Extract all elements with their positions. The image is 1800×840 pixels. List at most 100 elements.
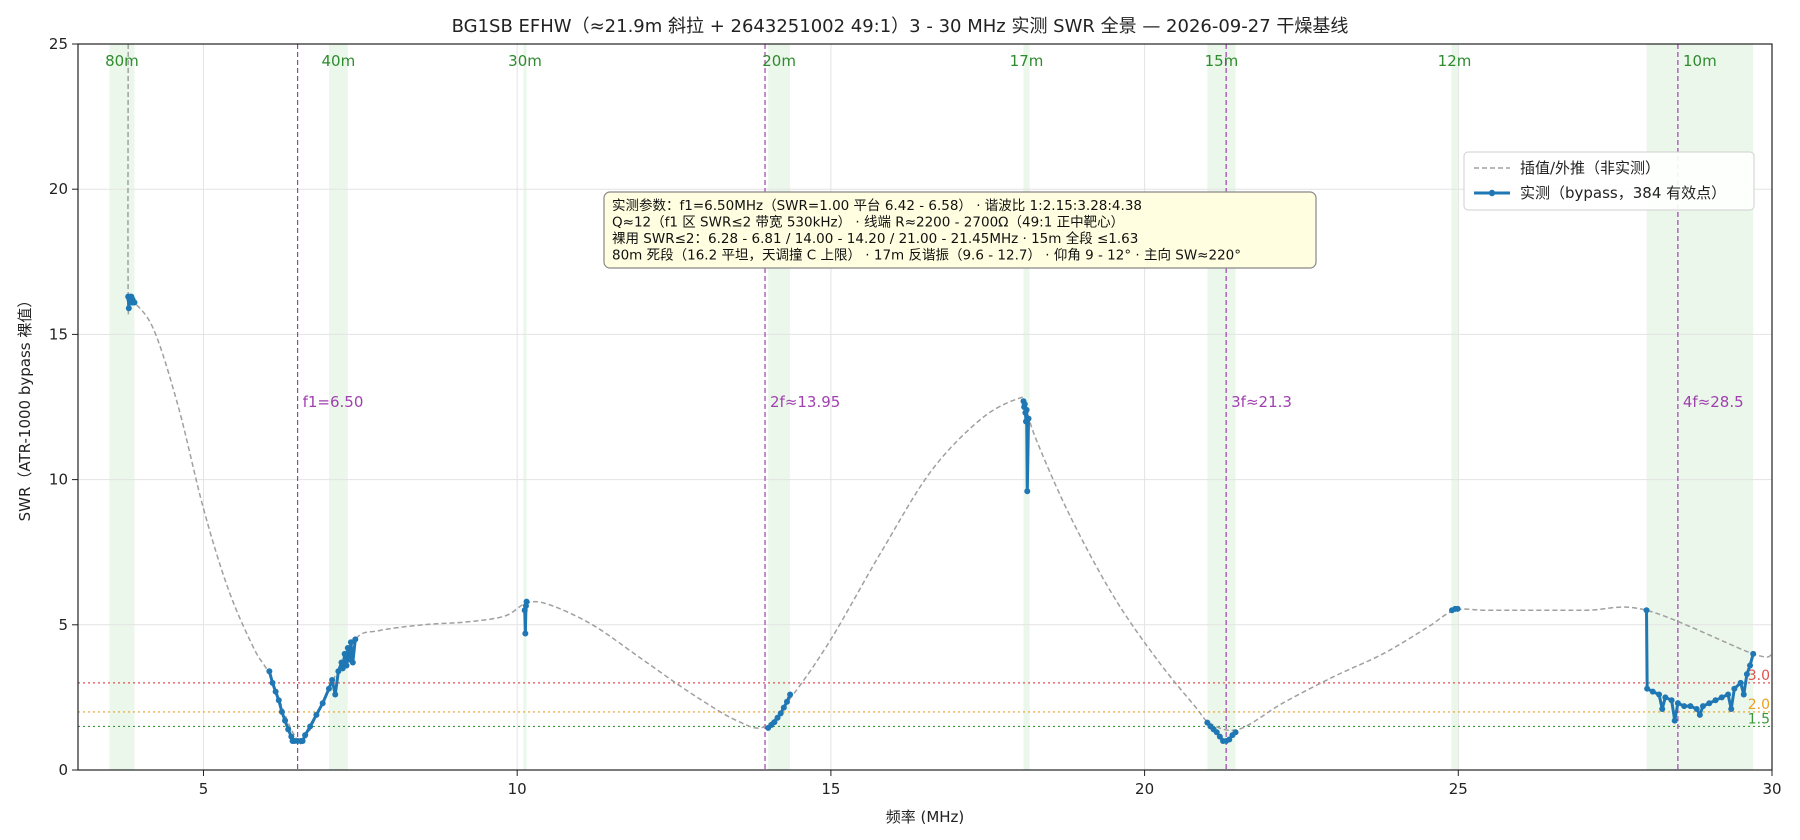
harmonic-label: 3f≈21.3 xyxy=(1231,393,1292,411)
measured-point xyxy=(275,697,282,704)
band-labels: 80m 40m 30m 20m 17m 15m 12m 10m xyxy=(105,52,1717,70)
ref-label-3.0: 3.0 xyxy=(1748,668,1770,684)
band-12m xyxy=(1451,44,1458,770)
measured-point xyxy=(1643,607,1650,614)
annotation-line-1: 实测参数：f1=6.50MHz（SWR=1.00 平台 6.42 - 6.58）… xyxy=(612,197,1142,214)
band-label-80m: 80m xyxy=(105,52,139,70)
measured-point xyxy=(1747,662,1754,669)
measured-point xyxy=(1693,706,1700,713)
measured-point xyxy=(1725,691,1732,698)
measured-point xyxy=(319,700,326,707)
measured-point xyxy=(522,630,529,637)
annotation-line-4: 80m 死段（16.2 平坦，天调撞 C 上限） · 17m 反谐振（9.6 -… xyxy=(612,248,1241,264)
plot-area: 3.02.01.5 f1=6.50 2f≈13.95 3f≈21.3 4f≈28.5 … xyxy=(49,35,1782,798)
x-tick-label: 25 xyxy=(1449,780,1468,798)
ref-label-1.5: 1.5 xyxy=(1748,711,1770,727)
annotation-line-3: 裸用 SWR≤2：6.28 - 6.81 / 14.00 - 14.20 / 2… xyxy=(612,230,1138,247)
measured-point xyxy=(783,698,790,705)
measured-point xyxy=(329,676,336,683)
measured-point xyxy=(1743,671,1750,678)
y-axis-label: SWR（ATR-1000 bypass 裸值） xyxy=(16,293,34,522)
measured-point xyxy=(332,691,339,698)
x-tick-label: 30 xyxy=(1762,780,1781,798)
measured-point xyxy=(1718,694,1725,701)
interpolation-series xyxy=(127,43,1773,745)
y-tick-label: 15 xyxy=(49,325,68,343)
legend-label-measured: 实测（bypass，384 有效点） xyxy=(1520,184,1726,202)
measured-point xyxy=(338,659,345,666)
measured-point xyxy=(1659,706,1666,713)
interp-line xyxy=(127,43,1773,745)
legend-label-interp: 插值/外推（非实测） xyxy=(1520,159,1660,177)
chart-title: BG1SB EFHW（≈21.9m 斜拉 + 2643251002 49:1）3… xyxy=(452,16,1349,37)
x-tick-label: 15 xyxy=(821,780,840,798)
y-tick-label: 25 xyxy=(49,35,68,53)
legend-swatch-marker xyxy=(1488,189,1496,197)
band-label-12m: 12m xyxy=(1438,52,1472,70)
measured-point xyxy=(349,659,356,666)
measured-point xyxy=(341,650,348,657)
measured-point xyxy=(278,708,285,715)
measured-point xyxy=(523,598,530,605)
measured-point xyxy=(1728,706,1735,713)
measured-point xyxy=(352,636,359,643)
measured-point xyxy=(1656,691,1663,698)
measured-point xyxy=(344,645,351,652)
measured-series xyxy=(125,293,1757,744)
measured-point xyxy=(1674,700,1681,707)
measured-point xyxy=(313,711,320,718)
measured-point xyxy=(1644,685,1651,692)
band-label-40m: 40m xyxy=(322,52,356,70)
swr-chart: BG1SB EFHW（≈21.9m 斜拉 + 2643251002 49:1）3… xyxy=(16,16,1782,826)
measured-point xyxy=(1454,605,1461,612)
measured-point xyxy=(1024,488,1031,495)
measured-point xyxy=(299,737,306,744)
band-80m xyxy=(109,44,135,770)
measured-point xyxy=(777,710,784,717)
x-tick-label: 10 xyxy=(508,780,527,798)
axes: 5 10 15 20 25 30 0 5 10 15 20 25 xyxy=(49,35,1782,798)
measured-point xyxy=(325,685,332,692)
measured-point xyxy=(1737,679,1744,686)
x-axis-label: 频率 (MHz) xyxy=(886,808,965,826)
measured-point xyxy=(272,688,279,695)
measured-point xyxy=(1699,703,1706,710)
measured-point xyxy=(1740,691,1747,698)
harmonic-label: f1=6.50 xyxy=(303,393,364,411)
harmonic-label: 2f≈13.95 xyxy=(770,393,840,411)
measured-point xyxy=(1021,401,1028,408)
measured-point xyxy=(125,305,132,312)
y-tick-label: 5 xyxy=(58,616,68,634)
band-label-30m: 30m xyxy=(508,52,542,70)
harmonic-label: 4f≈28.5 xyxy=(1683,393,1744,411)
measured-point xyxy=(1025,415,1032,422)
x-tick-label: 20 xyxy=(1135,780,1154,798)
measured-point xyxy=(1712,697,1719,704)
y-tick-label: 10 xyxy=(49,471,68,489)
measured-point xyxy=(787,691,794,698)
measured-point xyxy=(266,668,273,675)
measured-point xyxy=(131,299,138,306)
band-label-15m: 15m xyxy=(1205,52,1239,70)
measured-point xyxy=(282,717,289,724)
y-tick-label: 0 xyxy=(58,761,68,779)
measured-point xyxy=(1681,703,1688,710)
measured-point xyxy=(285,726,292,733)
measured-point xyxy=(1706,700,1713,707)
measured-point xyxy=(1750,650,1757,657)
y-tick-label: 20 xyxy=(49,180,68,198)
legend: 插值/外推（非实测） 实测（bypass，384 有效点） xyxy=(1463,151,1755,211)
band-label-10m: 10m xyxy=(1683,52,1717,70)
measured-point xyxy=(1668,697,1675,704)
band-label-17m: 17m xyxy=(1010,52,1044,70)
x-tick-label: 5 xyxy=(199,780,209,798)
measured-point xyxy=(1696,711,1703,718)
measured-point xyxy=(1671,717,1678,724)
measured-point xyxy=(1687,703,1694,710)
measured-point xyxy=(343,662,350,669)
measured-point xyxy=(1731,685,1738,692)
annotation-box: 实测参数：f1=6.50MHz（SWR=1.00 平台 6.42 - 6.58）… xyxy=(603,191,1317,269)
measured-point xyxy=(1232,729,1239,736)
measured-point xyxy=(780,704,787,711)
measured-point xyxy=(269,679,276,686)
